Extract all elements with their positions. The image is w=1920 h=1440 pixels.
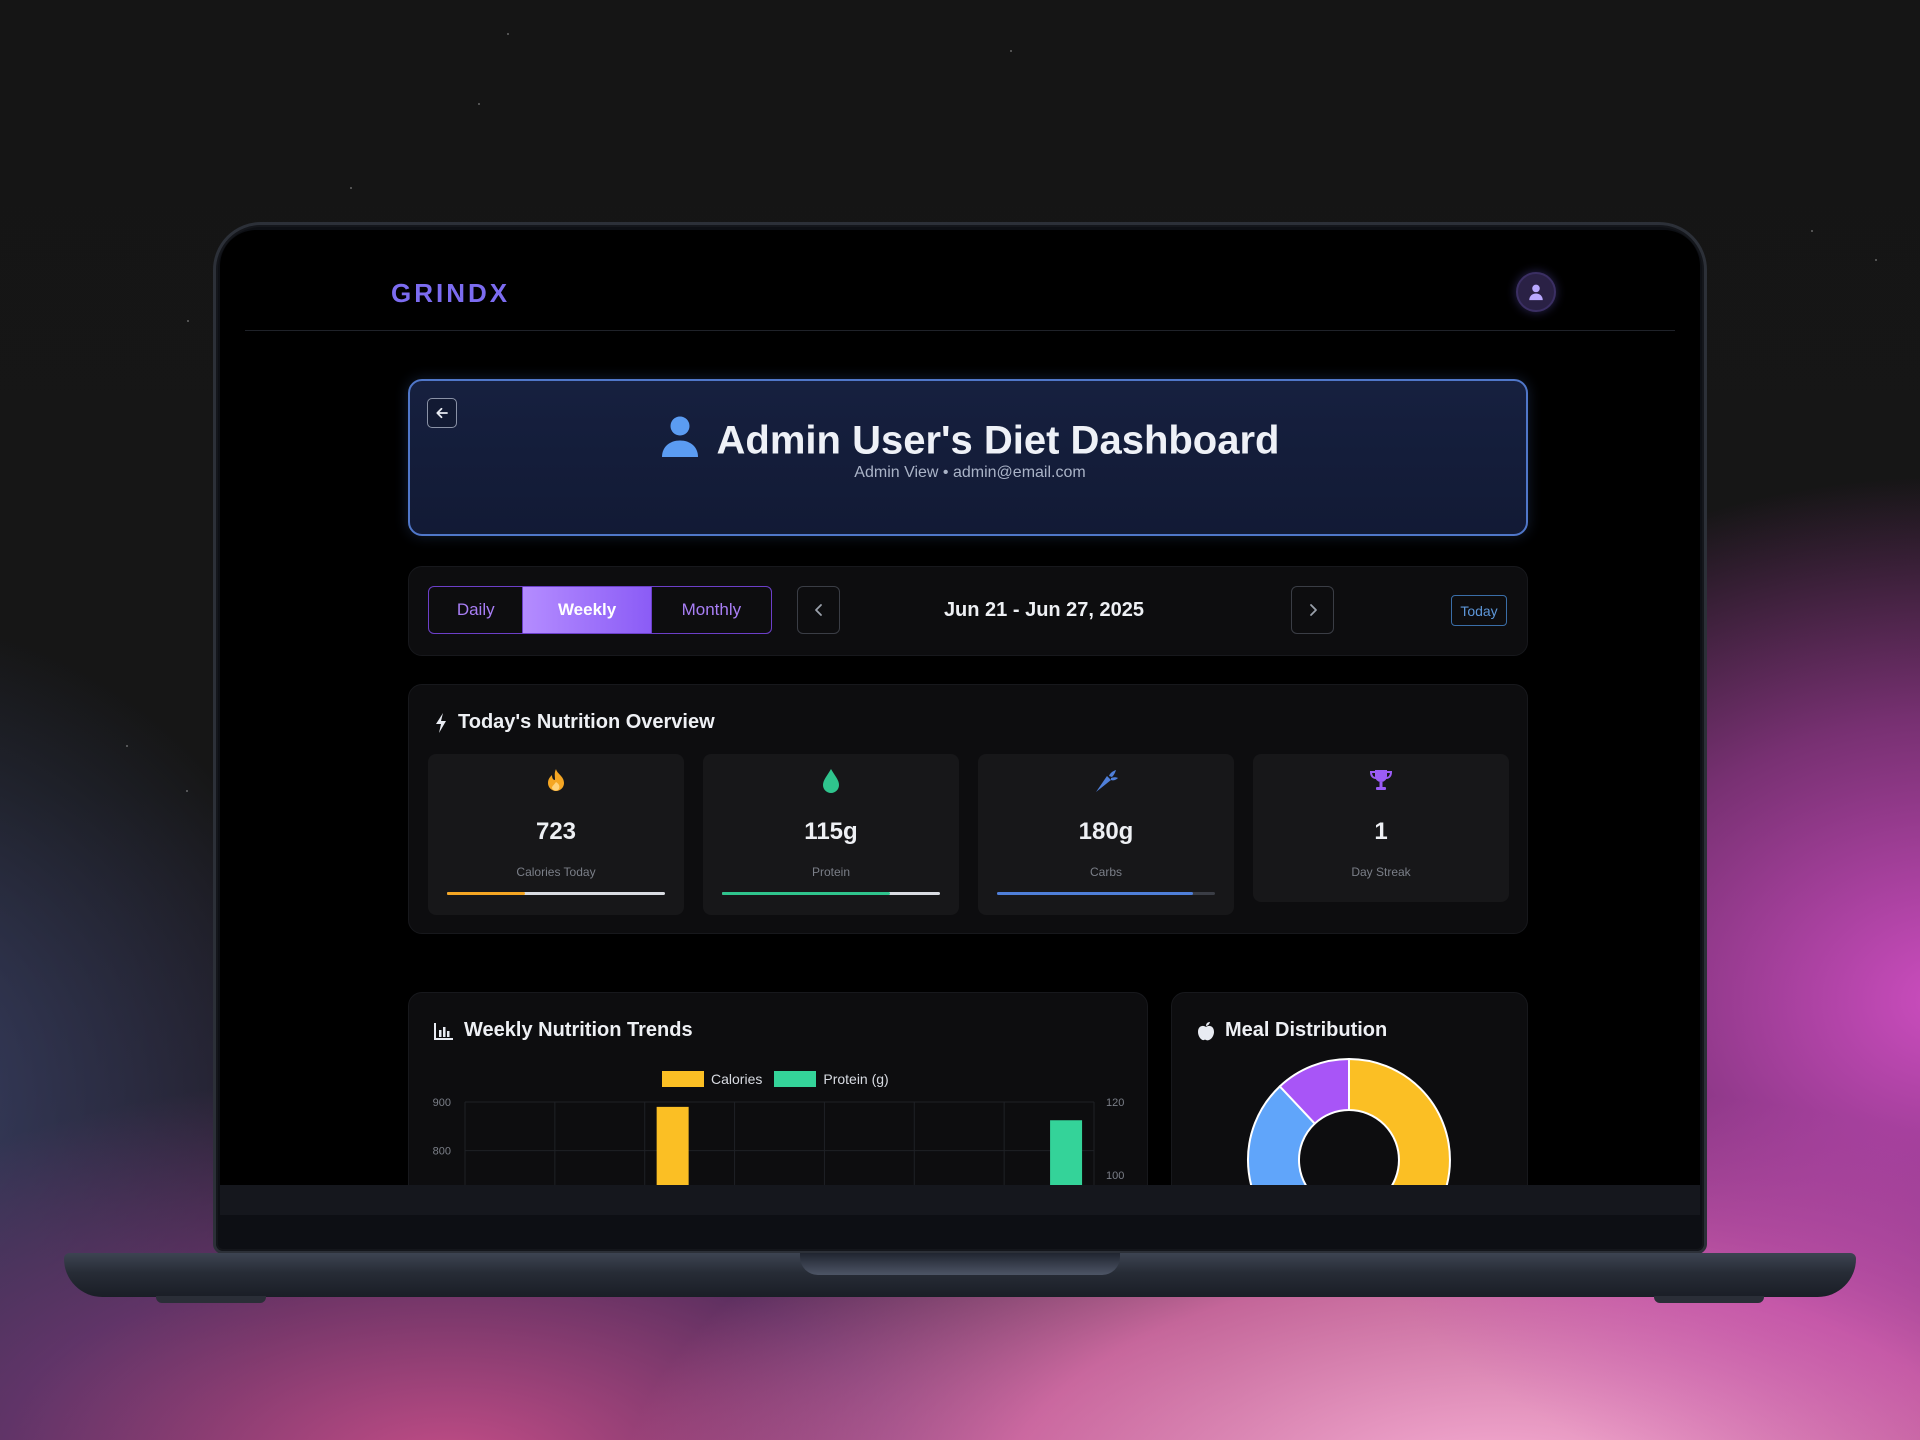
stat-label: Protein xyxy=(811,865,851,879)
tab-monthly[interactable]: Monthly xyxy=(650,587,771,633)
user-icon xyxy=(661,415,699,467)
donut-slice[interactable] xyxy=(1348,1057,1451,1185)
progress-bar xyxy=(722,892,940,895)
stat-value: 180g xyxy=(1078,818,1134,845)
page-title: Admin User's Diet Dashboard xyxy=(716,418,1280,463)
bar-calories[interactable] xyxy=(656,1106,689,1185)
bar-chart-icon xyxy=(434,1022,453,1040)
app-logo[interactable]: GRINDX xyxy=(391,278,510,309)
user-avatar-button[interactable] xyxy=(1516,272,1556,312)
meal-distribution-card: Meal Distribution xyxy=(1171,992,1528,1185)
progress-bar xyxy=(997,892,1215,895)
nutrition-overview-card: Today's Nutrition Overview 723 Calories … xyxy=(408,684,1528,934)
laptop-notch xyxy=(800,1253,1120,1275)
tab-daily[interactable]: Daily xyxy=(429,587,524,633)
tab-weekly[interactable]: Weekly xyxy=(523,587,651,633)
y2-tick-label: 120 xyxy=(1106,1097,1124,1109)
stat-label: Day Streak xyxy=(1351,865,1411,879)
stat-card-calories: 723 Calories Today xyxy=(428,754,684,915)
previous-period-button[interactable] xyxy=(797,586,840,634)
chevron-right-icon xyxy=(1309,604,1317,616)
legend-calories[interactable]: Calories xyxy=(711,1071,762,1087)
page-subtitle: Admin View • admin@email.com xyxy=(854,464,1086,481)
stat-card-carbs: 180g Carbs xyxy=(978,754,1234,915)
weekly-trends-card: Weekly Nutrition Trends Calories Protein… xyxy=(408,992,1148,1185)
user-icon xyxy=(1529,284,1543,301)
bar-protein[interactable] xyxy=(1050,1120,1083,1185)
date-range-label: Jun 21 - Jun 27, 2025 xyxy=(943,599,1145,621)
y2-tick-label: 100 xyxy=(1106,1170,1124,1182)
meal-donut-chart xyxy=(1247,1057,1451,1185)
droplet-icon xyxy=(703,768,959,794)
legend-protein[interactable]: Protein (g) xyxy=(823,1071,888,1087)
trophy-icon xyxy=(1253,768,1509,792)
apple-icon xyxy=(1198,1021,1214,1040)
stat-value: 115g xyxy=(804,818,858,845)
stat-card-protein: 115g Protein xyxy=(703,754,959,915)
header-divider xyxy=(245,330,1675,331)
dashboard-header: Admin User's Diet Dashboard Admin View •… xyxy=(408,379,1528,536)
legend-swatch xyxy=(774,1071,817,1087)
y-tick-label: 800 xyxy=(433,1146,451,1158)
trends-title: Weekly Nutrition Trends xyxy=(464,1019,693,1041)
y-tick-label: 900 xyxy=(433,1097,451,1109)
next-period-button[interactable] xyxy=(1291,586,1334,634)
flame-icon xyxy=(428,768,684,794)
meals-title: Meal Distribution xyxy=(1225,1019,1388,1041)
today-button[interactable]: Today xyxy=(1451,595,1507,626)
chevron-left-icon xyxy=(814,604,822,616)
laptop-chin xyxy=(220,1185,1700,1215)
lightning-icon xyxy=(436,712,446,733)
period-tabs: Daily Weekly Monthly xyxy=(428,586,772,634)
legend-swatch xyxy=(662,1071,704,1087)
period-selector: Daily Weekly Monthly Jun 21 - Jun 27, 20… xyxy=(408,566,1528,656)
nutrition-bar-chart: 90080070060012010080 xyxy=(433,1097,1124,1185)
stat-card-streak: 1 Day Streak xyxy=(1253,754,1509,902)
app-screen: GRINDX Admin User's Diet Dashboard Admin… xyxy=(220,230,1700,1185)
chart-legend: Calories Protein (g) xyxy=(662,1071,889,1087)
stat-value: 723 xyxy=(535,818,577,845)
stat-label: Calories Today xyxy=(516,865,596,879)
stat-label: Carbs xyxy=(1089,865,1122,879)
overview-title: Today's Nutrition Overview xyxy=(458,711,715,733)
carrot-icon xyxy=(978,768,1234,794)
stat-value: 1 xyxy=(1374,818,1388,845)
progress-bar xyxy=(447,892,665,895)
